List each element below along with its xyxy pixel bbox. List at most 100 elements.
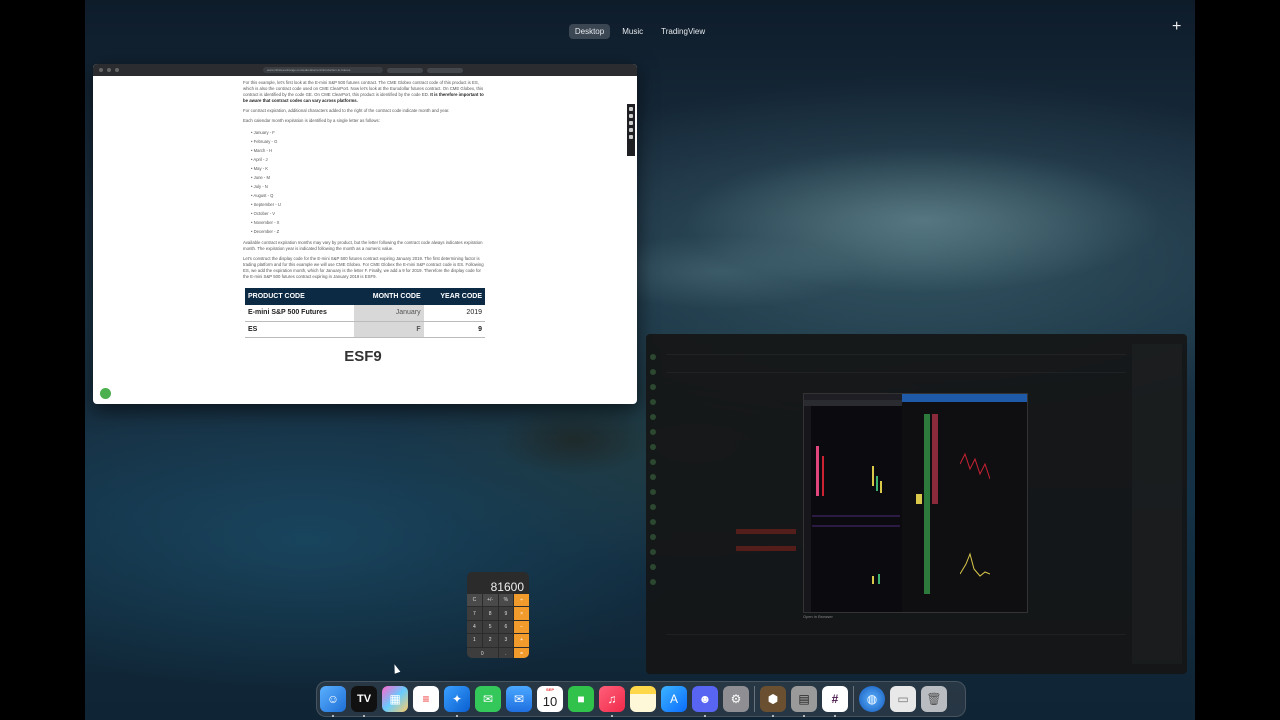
reddit-icon[interactable] [629, 114, 633, 118]
sidebar-icon[interactable] [650, 549, 656, 555]
key-9[interactable]: 9 [498, 607, 514, 620]
sidebar-icon[interactable] [650, 564, 656, 570]
documents-folder-icon[interactable]: ▭ [890, 686, 916, 712]
key-3[interactable]: 3 [498, 634, 514, 647]
slack-icon[interactable]: # [822, 686, 848, 717]
depth-of-market-panel[interactable] [902, 394, 1027, 612]
space-tab-desktop[interactable]: Desktop [568, 24, 611, 39]
facebook-icon[interactable] [629, 121, 633, 125]
key-percent[interactable]: % [498, 594, 514, 607]
table-cell: 2019 [423, 305, 485, 322]
key-6[interactable]: 6 [498, 620, 514, 634]
key-2[interactable]: 2 [482, 634, 498, 647]
chat-bubble-icon[interactable] [100, 388, 111, 399]
notes-icon[interactable] [630, 686, 656, 712]
url-bar[interactable]: www.infiniteexchange.com/education/en/in… [263, 67, 383, 73]
trash-icon[interactable]: 🗑 [921, 686, 947, 712]
dock-separator [754, 686, 755, 712]
calculator-icon[interactable]: ▤ [791, 686, 817, 717]
sidebar-icon[interactable] [650, 369, 656, 375]
sidebar-icon[interactable] [650, 519, 656, 525]
key-0[interactable]: 0 [467, 647, 498, 658]
launchpad-icon[interactable]: ▦ [382, 686, 408, 712]
share-rail [627, 104, 635, 156]
table-cell: F [354, 321, 424, 338]
sidebar-icon[interactable] [650, 489, 656, 495]
article-page: For this example, let's first look at th… [93, 76, 637, 404]
sidebar-icon[interactable] [650, 429, 656, 435]
safari-icon[interactable]: ✦ [444, 686, 470, 717]
news-app-icon[interactable]: ≡ [413, 686, 439, 712]
sidebar-icon[interactable] [650, 414, 656, 420]
sidebar-icon[interactable] [650, 399, 656, 405]
key-8[interactable]: 8 [482, 607, 498, 620]
key-minus[interactable]: − [514, 620, 529, 634]
sidebar-icon[interactable] [650, 384, 656, 390]
space-tab-music[interactable]: Music [616, 24, 649, 39]
system-preferences-icon[interactable]: ⚙ [723, 686, 749, 712]
preview-icon[interactable]: ⬢ [760, 686, 786, 717]
header-month-code: MONTH CODE [354, 288, 424, 305]
sidebar-icon[interactable] [650, 459, 656, 465]
chart-candle [878, 574, 880, 584]
table-cell: ES [245, 321, 355, 338]
mail-icon[interactable]: ✉ [506, 686, 532, 712]
toolbar-pill-1[interactable] [387, 67, 423, 73]
key-multiply[interactable]: × [514, 607, 529, 620]
music-icon[interactable]: ♫ [599, 686, 625, 717]
dom-price-marker [916, 494, 922, 504]
running-indicator [704, 715, 706, 717]
list-item: October - V [251, 209, 487, 218]
table-header-row: PRODUCT CODE MONTH CODE YEAR CODE [245, 288, 485, 305]
add-space-button[interactable]: + [1172, 18, 1181, 36]
construct-paragraph: Let's construct the display code for the… [243, 256, 484, 279]
key-plus[interactable]: + [514, 634, 529, 647]
chart-candle [872, 576, 874, 584]
twitter-icon[interactable] [629, 107, 633, 111]
tradingview-icon[interactable]: TV [351, 686, 377, 717]
whatsapp-icon[interactable] [629, 128, 633, 132]
finder-icon[interactable]: ☺ [320, 686, 346, 717]
sidebar-icon[interactable] [650, 444, 656, 450]
zoom-window-icon[interactable] [115, 68, 119, 72]
discord-icon[interactable]: ☻ [692, 686, 718, 717]
minimize-window-icon[interactable] [107, 68, 111, 72]
key-7[interactable]: 7 [467, 607, 482, 620]
calendar-day: 10 [542, 693, 558, 709]
open-in-browser-link[interactable]: Open in Browser [803, 614, 833, 619]
tv-drawing-tools[interactable] [804, 406, 811, 612]
tradingview-window[interactable] [803, 393, 1028, 613]
sidebar-icon[interactable] [650, 579, 656, 585]
table-cell: January [354, 305, 424, 322]
key-4[interactable]: 4 [467, 620, 482, 634]
chart-candle [876, 476, 878, 491]
messages-icon[interactable]: ✉ [475, 686, 501, 712]
sidebar-icon[interactable] [650, 504, 656, 510]
key-equals[interactable]: = [514, 647, 529, 658]
table-cell: E-mini S&P 500 Futures [245, 305, 355, 322]
list-item: June - M [251, 173, 487, 182]
tv-price-chart[interactable] [812, 406, 900, 606]
sidebar-icon[interactable] [650, 354, 656, 360]
toolbar-pill-2[interactable] [427, 67, 463, 73]
email-icon[interactable] [629, 135, 633, 139]
app-store-icon[interactable]: A [661, 686, 687, 712]
running-indicator [834, 715, 836, 717]
close-window-icon[interactable] [99, 68, 103, 72]
key-divide[interactable]: ÷ [514, 594, 529, 607]
facetime-icon[interactable]: ■ [568, 686, 594, 712]
calculator-window[interactable]: 81600 C +/- % ÷ 7 8 9 × 4 5 6 − 1 2 3 + … [467, 572, 529, 658]
key-decimal[interactable]: . [498, 647, 514, 658]
calendar-icon[interactable]: SEP 10 [537, 686, 563, 712]
key-1[interactable]: 1 [467, 634, 482, 647]
network-icon[interactable]: ◍ [859, 686, 885, 712]
alert-strip [736, 529, 796, 534]
chart-candle [822, 456, 824, 496]
sidebar-icon[interactable] [650, 474, 656, 480]
key-5[interactable]: 5 [482, 620, 498, 634]
sidebar-icon[interactable] [650, 534, 656, 540]
key-sign[interactable]: +/- [482, 594, 498, 607]
key-clear[interactable]: C [467, 594, 482, 607]
browser-window[interactable]: www.infiniteexchange.com/education/en/in… [93, 64, 637, 404]
space-tab-tradingview[interactable]: TradingView [655, 24, 711, 39]
